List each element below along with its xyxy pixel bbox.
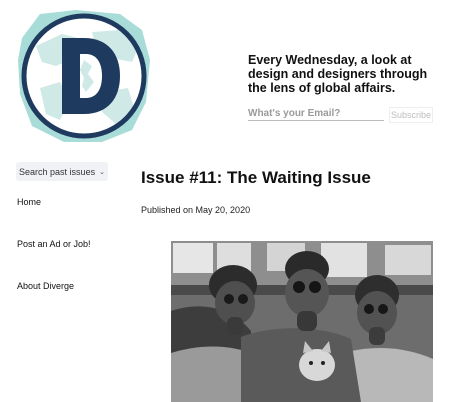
search-past-issues-dropdown[interactable]: Search past issues ⌄ [16, 162, 108, 181]
nav-home[interactable]: Home [17, 197, 41, 207]
nav-post-ad-or-job[interactable]: Post an Ad or Job! [17, 239, 91, 249]
newsletter-tagline: Every Wednesday, a look at design and de… [248, 53, 428, 95]
email-field[interactable] [248, 106, 384, 121]
nav-about-diverge[interactable]: About Diverge [17, 281, 74, 291]
subscribe-button[interactable]: Subscribe [389, 107, 433, 123]
chevron-down-icon: ⌄ [99, 168, 105, 176]
published-date: Published on May 20, 2020 [141, 205, 251, 215]
diverge-logo[interactable] [16, 8, 152, 144]
search-past-issues-label: Search past issues [19, 166, 96, 177]
article-photo [171, 241, 433, 402]
issue-title: Issue #11: The Waiting Issue [141, 168, 371, 187]
